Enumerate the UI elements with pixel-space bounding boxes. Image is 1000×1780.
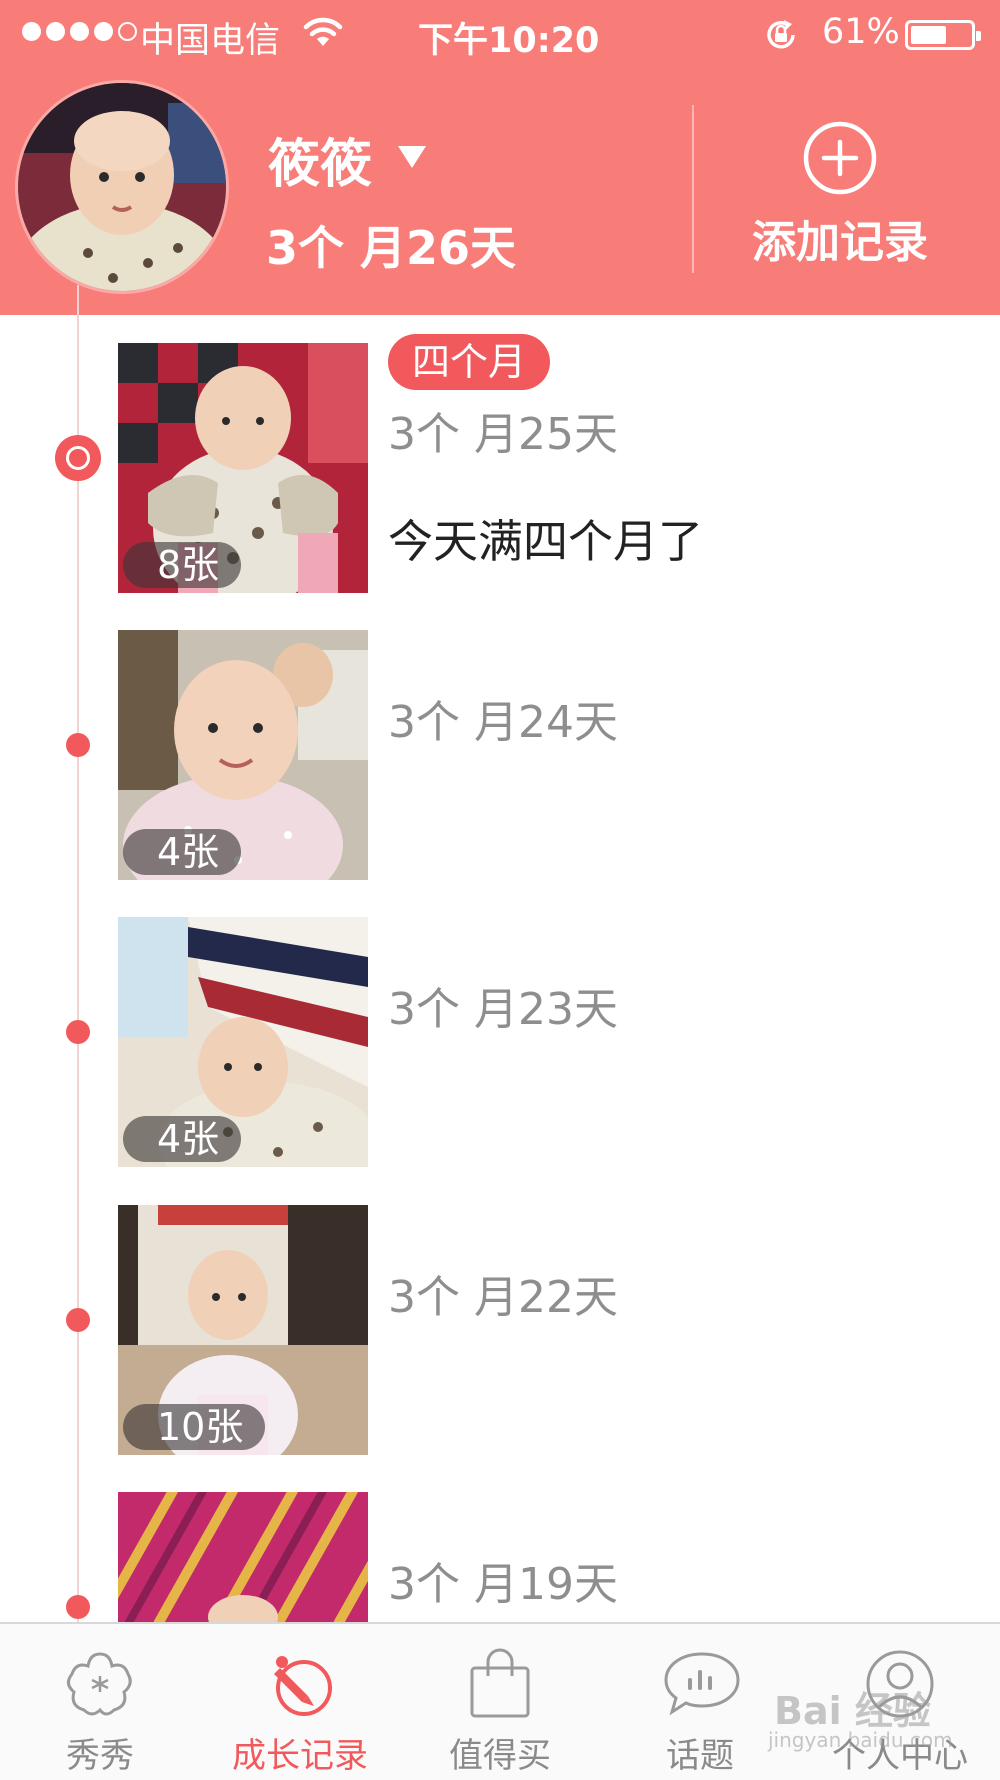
clock: 下午10:20 bbox=[418, 21, 600, 61]
header-divider bbox=[692, 105, 694, 273]
carrier-name: 中国电信 bbox=[140, 21, 281, 61]
photo-count-badge: 10张 bbox=[123, 1404, 266, 1450]
profile-header: 中国电信 下午10:20 61% 筱筱 3个 月26天 添加记录 bbox=[0, 0, 1000, 315]
tab-label: 成长记录 bbox=[232, 1736, 368, 1776]
baby-avatar[interactable] bbox=[18, 83, 226, 291]
entry-thumbnail[interactable]: 4张 bbox=[118, 630, 368, 880]
tab-label: 话题 bbox=[666, 1736, 734, 1776]
baby-name[interactable]: 筱筱 bbox=[268, 122, 372, 197]
entry-age: 3个 月25天 bbox=[388, 409, 618, 460]
timeline-dot bbox=[66, 733, 90, 757]
person-icon bbox=[866, 1650, 934, 1718]
photo-count-badge: 8张 bbox=[123, 542, 242, 588]
entry-age: 3个 月24天 bbox=[388, 697, 618, 748]
entry-age: 3个 月23天 bbox=[388, 984, 618, 1035]
bottom-tab-bar: 秀秀 成长记录 值得买 话题 个人中心 bbox=[0, 1622, 1000, 1780]
wifi-icon bbox=[303, 17, 343, 46]
pencil-badge-icon bbox=[274, 1656, 332, 1716]
add-record-label: 添加记录 bbox=[752, 217, 928, 268]
timeline-dot bbox=[66, 1595, 90, 1619]
timeline-marker-current bbox=[55, 435, 101, 481]
entry-age: 3个 月19天 bbox=[388, 1559, 618, 1610]
timeline-dot bbox=[66, 1308, 90, 1332]
flower-star-icon bbox=[67, 1652, 132, 1716]
chevron-down-icon[interactable] bbox=[398, 146, 426, 168]
status-bar: 中国电信 下午10:20 61% bbox=[0, 0, 1000, 70]
timeline-line bbox=[77, 285, 79, 1625]
tab-topics[interactable]: 话题 bbox=[600, 1624, 800, 1780]
photo-count-badge: 4张 bbox=[123, 1116, 242, 1162]
timeline-dot bbox=[66, 1020, 90, 1044]
baby-photo bbox=[118, 1492, 368, 1624]
entry-thumbnail[interactable]: 10张 bbox=[118, 1205, 368, 1455]
baby-photo bbox=[18, 83, 226, 291]
chat-bubble-icon bbox=[664, 1652, 740, 1716]
entry-thumbnail[interactable]: 4张 bbox=[118, 917, 368, 1167]
battery-percent: 61% bbox=[822, 12, 900, 52]
tab-worth-buying[interactable]: 值得买 bbox=[400, 1624, 600, 1780]
add-record-button[interactable]: 添加记录 bbox=[730, 120, 950, 268]
add-circle-icon bbox=[803, 121, 877, 195]
baby-age: 3个 月26天 bbox=[266, 221, 517, 275]
entry-thumbnail[interactable] bbox=[118, 1492, 368, 1624]
rotation-lock-icon bbox=[767, 20, 795, 49]
signal-strength-icon bbox=[22, 22, 137, 41]
shopping-bag-icon bbox=[470, 1648, 530, 1718]
entry-age: 3个 月22天 bbox=[388, 1272, 618, 1323]
photo-count-badge: 4张 bbox=[123, 829, 242, 875]
tab-label: 值得买 bbox=[449, 1736, 551, 1776]
month-tag: 四个月 bbox=[388, 334, 551, 390]
tab-profile[interactable]: 个人中心 bbox=[800, 1624, 1000, 1780]
tab-label: 个人中心 bbox=[832, 1736, 968, 1776]
entry-note[interactable]: 今天满四个月了 bbox=[388, 505, 703, 570]
tab-growth-record[interactable]: 成长记录 bbox=[200, 1624, 400, 1780]
tab-xiuxiu[interactable]: 秀秀 bbox=[0, 1624, 200, 1780]
tab-label: 秀秀 bbox=[66, 1736, 134, 1776]
battery-icon bbox=[905, 20, 981, 50]
entry-thumbnail[interactable]: 8张 bbox=[118, 343, 368, 593]
